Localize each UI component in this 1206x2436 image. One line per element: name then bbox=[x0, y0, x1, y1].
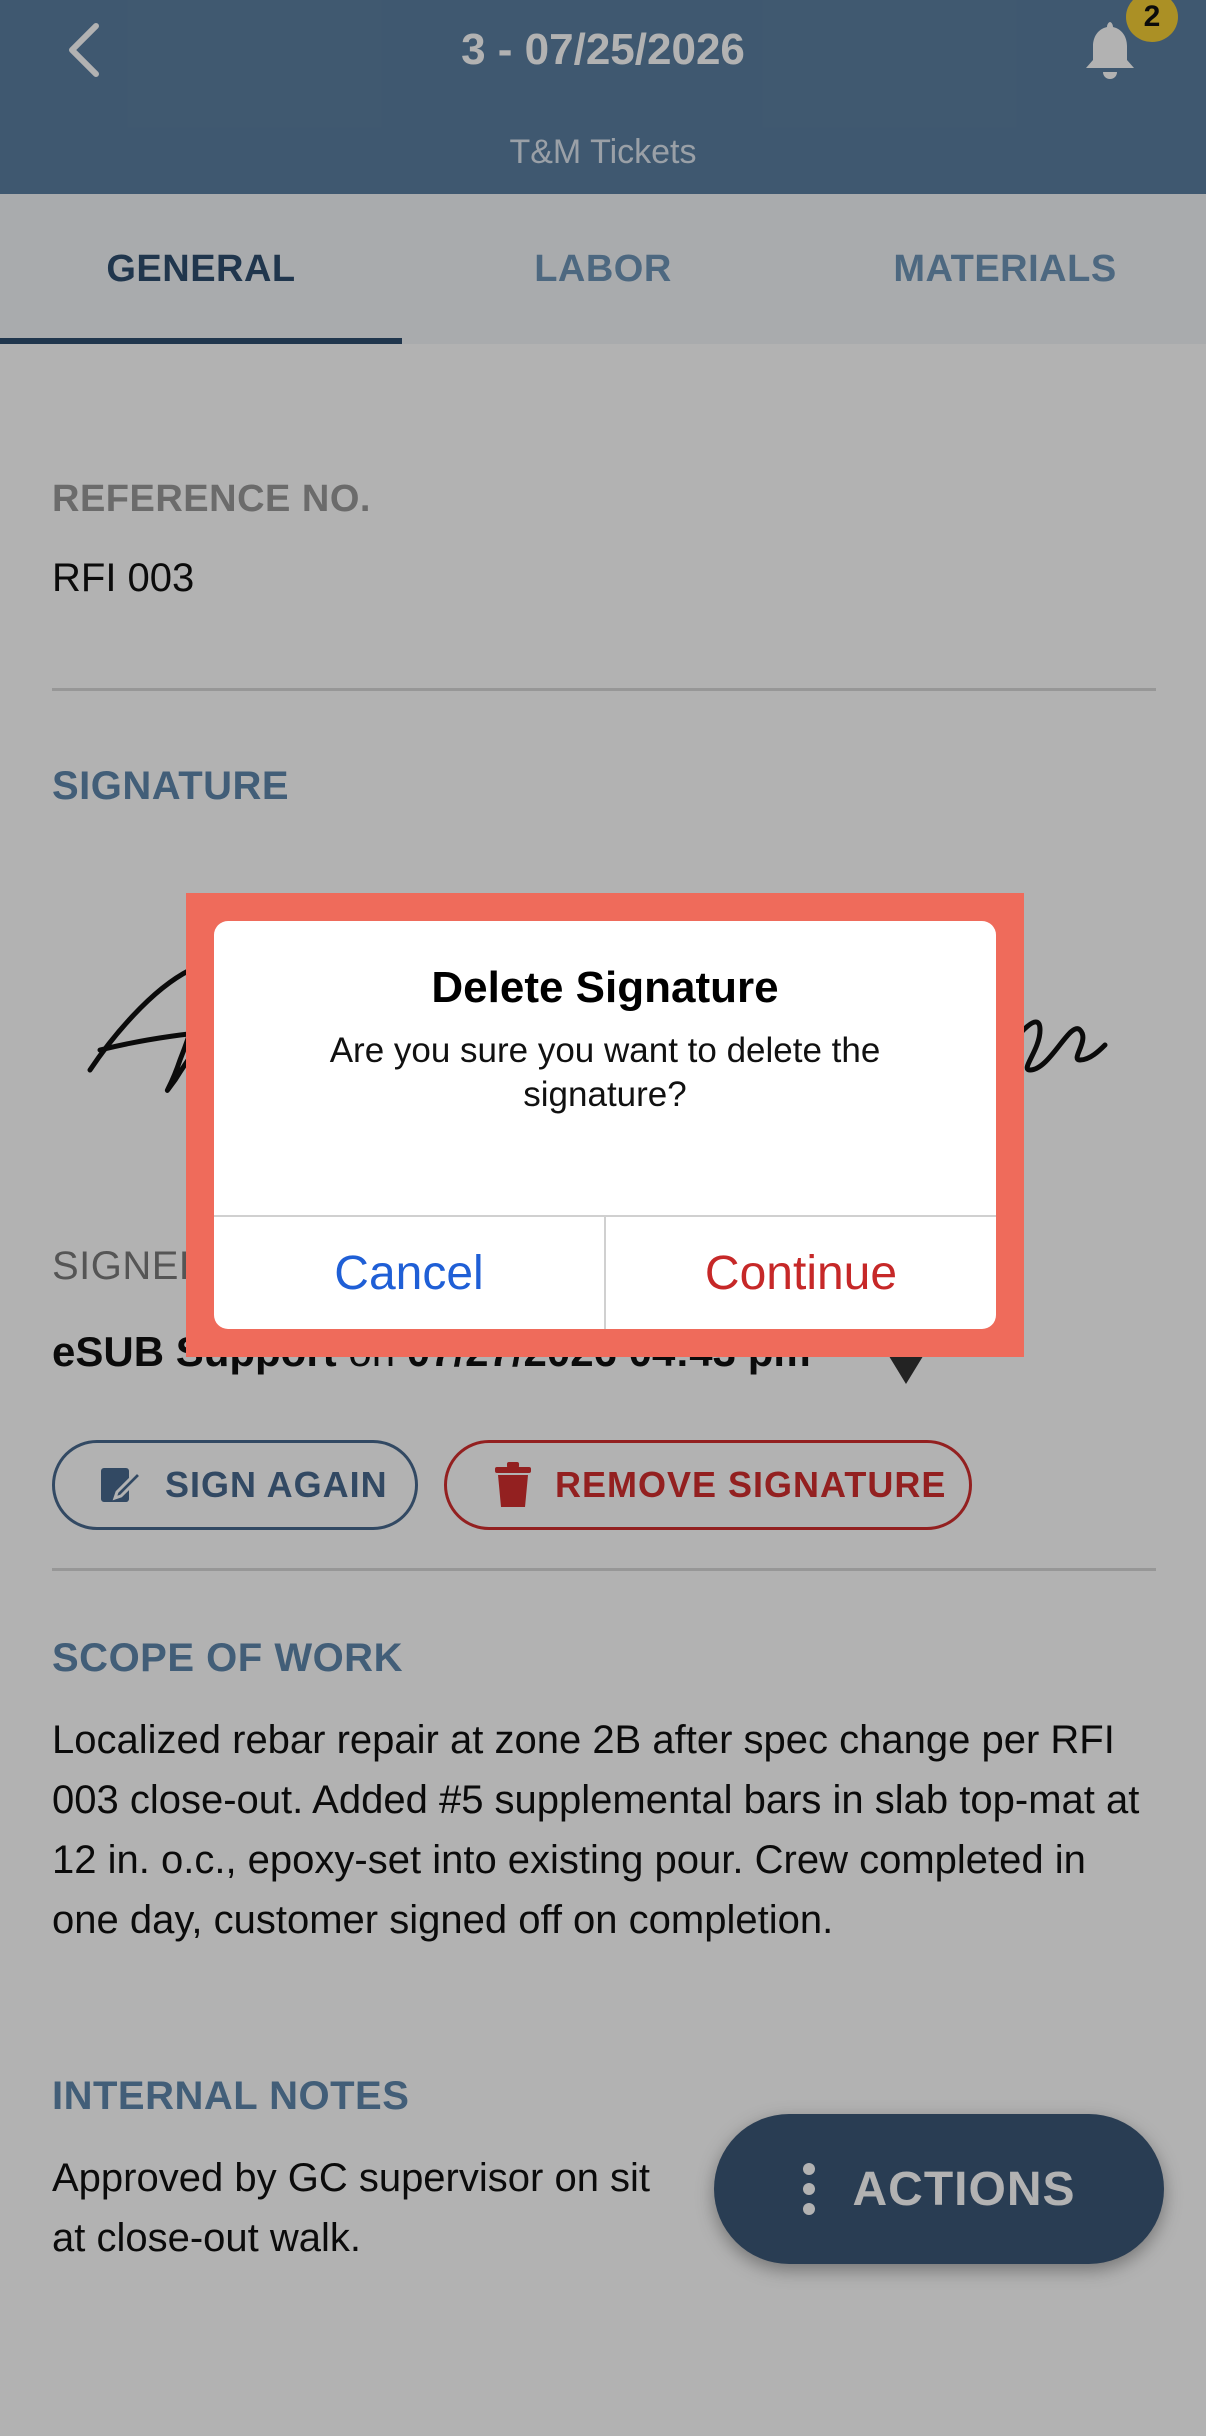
dialog-title: Delete Signature bbox=[431, 963, 779, 1012]
cancel-button[interactable]: Cancel bbox=[214, 1217, 604, 1329]
delete-signature-dialog: Delete Signature Are you sure you want t… bbox=[214, 921, 996, 1329]
dialog-message: Are you sure you want to delete the sign… bbox=[329, 1031, 881, 1114]
continue-button[interactable]: Continue bbox=[606, 1217, 996, 1329]
